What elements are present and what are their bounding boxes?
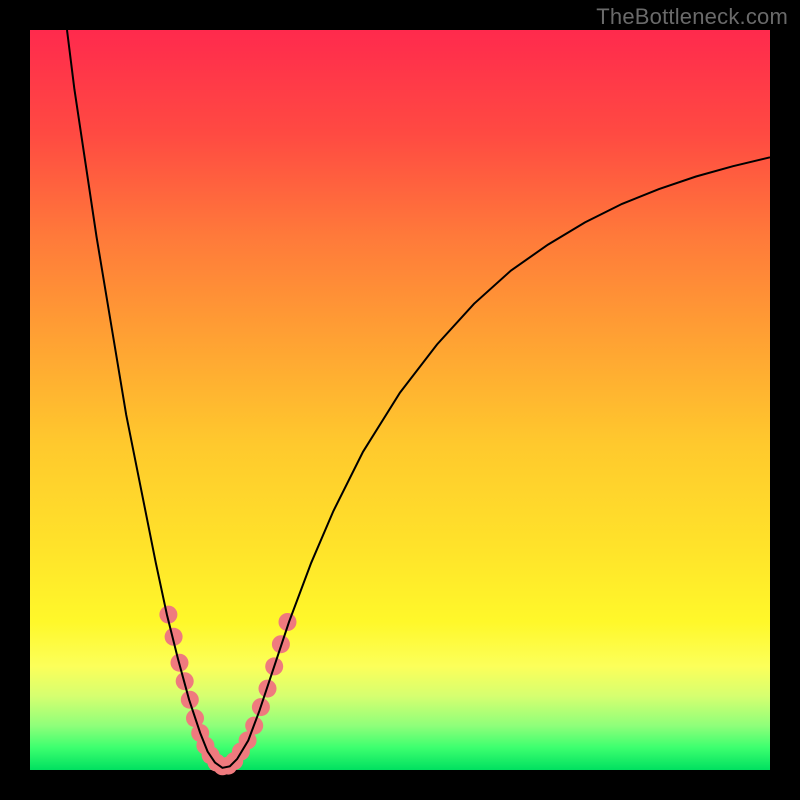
chart-frame: TheBottleneck.com bbox=[0, 0, 800, 800]
chart-plot-area bbox=[30, 30, 770, 770]
chart-svg bbox=[30, 30, 770, 770]
watermark-text: TheBottleneck.com bbox=[596, 4, 788, 30]
scatter-group bbox=[159, 606, 296, 776]
